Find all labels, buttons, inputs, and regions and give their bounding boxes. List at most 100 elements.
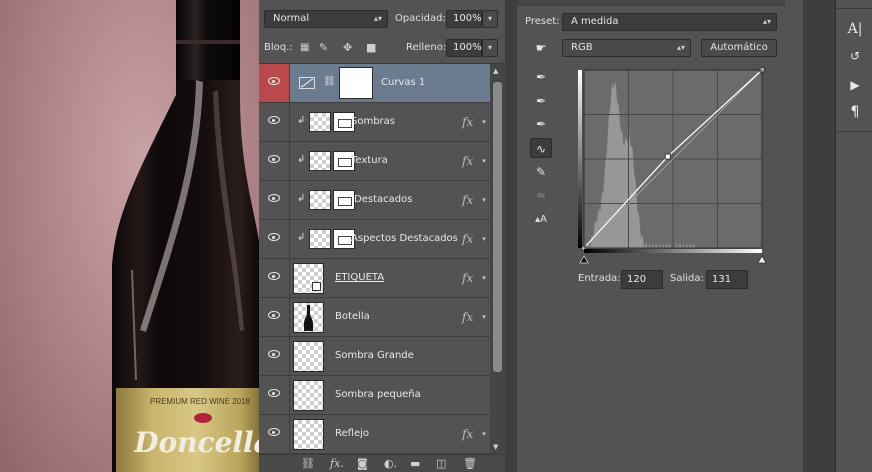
layer-row-curvas-1[interactable]: ⛓ Curvas 1 [259,64,490,103]
layer-row-textura[interactable]: ↲ Textura fx ▾ [259,142,490,181]
visibility-cell[interactable] [259,181,290,219]
white-input-slider-icon[interactable] [757,255,767,264]
add-mask-icon[interactable]: ◙ [357,456,368,472]
layer-name: Sombra Grande [335,350,414,361]
visibility-cell[interactable] [259,259,290,297]
visibility-cell[interactable] [259,415,290,453]
target-adjust-hand-icon[interactable]: ☛ [530,38,552,58]
channel-select[interactable]: RGB ▴▾ [562,39,691,57]
layer-mask-thumbnail[interactable] [339,67,373,99]
black-input-slider-icon[interactable] [579,255,589,264]
fx-icon[interactable]: fx [462,103,473,141]
layer-name: Botella [335,311,370,322]
visibility-cell[interactable] [259,103,290,141]
eye-icon[interactable] [268,272,280,280]
layer-thumbnail [309,112,331,132]
fx-icon[interactable]: fx [462,298,473,336]
fx-icon[interactable]: fx [462,415,473,453]
scroll-up-icon[interactable]: ▲ [493,67,498,75]
history-panel-icon[interactable]: ↺ [846,47,864,65]
preset-label: Preset: [525,16,560,27]
white-point-eyedropper-icon[interactable]: ✒ [530,114,552,134]
eye-icon[interactable] [268,77,280,85]
collapsed-panel-strip [785,0,803,472]
lock-all-icon[interactable]: ■ [366,39,376,57]
opacity-input[interactable]: 100% [446,10,482,28]
fill-slider-button[interactable]: ▾ [482,39,498,57]
eye-icon[interactable] [268,116,280,124]
effects-toggle-icon[interactable]: ▾ [479,194,489,206]
properties-curves-panel: Preset: A medida ▴▾ ☛ RGB ▴▾ Automático … [517,0,785,472]
lock-position-icon[interactable]: ✥ [343,39,352,57]
pencil-draw-icon[interactable]: ✎ [530,162,552,182]
new-adjustment-icon[interactable]: ◐. [384,456,397,472]
black-point-eyedropper-icon[interactable]: ✒ [530,67,552,87]
eye-icon[interactable] [268,194,280,202]
effects-toggle-icon[interactable]: ▾ [479,233,489,245]
fx-icon[interactable]: fx [462,220,473,258]
blend-mode-value: Normal [273,13,310,24]
eye-icon[interactable] [268,155,280,163]
gray-point-eyedropper-icon[interactable]: ✒ [530,91,552,111]
fx-icon[interactable]: fx [462,181,473,219]
effects-toggle-icon[interactable]: ▾ [479,155,489,167]
lock-paint-icon[interactable]: ✎ [319,39,328,57]
visibility-cell[interactable] [259,337,290,375]
preset-select[interactable]: A medida ▴▾ [562,13,777,31]
updown-caret-icon: ▴▾ [373,14,382,23]
layer-name: Textura [351,155,388,166]
eye-icon[interactable] [268,350,280,358]
auto-button[interactable]: Automático [701,39,777,57]
clipping-warning-icon[interactable]: ▴A [530,210,552,230]
opacity-slider-button[interactable]: ▾ [482,10,498,28]
eye-icon[interactable] [268,428,280,436]
effects-toggle-icon[interactable]: ▾ [479,116,489,128]
mask-link-icon[interactable]: ⛓ [323,76,336,87]
eye-icon[interactable] [268,233,280,241]
visibility-cell[interactable] [259,64,290,102]
eye-icon[interactable] [268,389,280,397]
character-panel-icon[interactable]: A| [846,20,864,38]
effects-toggle-icon[interactable]: ▾ [479,311,489,323]
fill-input[interactable]: 100% [446,39,482,57]
actions-play-icon[interactable]: ▶ [846,76,864,94]
layer-row-reflejo[interactable]: Reflejo fx ▾ [259,415,490,454]
visibility-cell[interactable] [259,298,290,336]
scrollbar-thumb[interactable] [493,82,502,372]
paragraph-panel-icon[interactable]: ¶ [846,103,864,121]
layer-row-botella[interactable]: Botella fx ▾ [259,298,490,337]
blend-mode-select[interactable]: Normal ▴▾ [264,10,388,28]
output-field[interactable]: 131 [706,270,748,289]
effects-toggle-icon[interactable]: ▾ [479,272,489,284]
eye-icon[interactable] [268,311,280,319]
layer-row-sombra-grande[interactable]: Sombra Grande [259,337,490,376]
layer-row-sombras[interactable]: ↲ Sombras fx ▾ [259,103,490,142]
layer-row-destacados[interactable]: ↲ Destacados fx ▾ [259,181,490,220]
curve-point-tool-icon[interactable]: ∿ [530,138,552,158]
visibility-cell[interactable] [259,142,290,180]
scroll-down-icon[interactable]: ▼ [493,443,498,451]
layer-row-etiqueta[interactable]: ETIQUETA fx ▾ [259,259,490,298]
channel-value: RGB [571,42,593,53]
layer-row-sombra-pequena[interactable]: Sombra pequeña [259,376,490,415]
layer-row-aspectos-destacados[interactable]: ↲ Aspectos Destacados fx ▾ [259,220,490,259]
visibility-cell[interactable] [259,376,290,414]
input-field[interactable]: 120 [621,270,663,289]
effects-toggle-icon[interactable]: ▾ [479,428,489,440]
lock-transparency-icon[interactable]: ▦ [300,39,309,57]
document-canvas[interactable]: PREMIUM RED WINE 2018 Doncella [0,0,259,472]
curves-graph[interactable] [572,60,777,270]
fx-icon[interactable]: fx [462,259,473,297]
layer-thumbnail [293,302,324,333]
fx-icon[interactable]: fx [462,142,473,180]
layer-thumbnail [293,263,324,294]
visibility-cell[interactable] [259,220,290,258]
delete-layer-icon[interactable]: 🗑 [463,456,477,472]
smooth-curve-icon[interactable]: ≈ [530,185,552,205]
layers-scrollbar[interactable]: ▲ ▼ [490,64,505,454]
link-layers-icon[interactable]: ⛓ [301,456,315,472]
curve-control-point[interactable] [664,153,671,160]
new-group-icon[interactable]: ▬ [410,456,420,472]
add-style-icon[interactable]: fx. [330,456,344,472]
new-layer-icon[interactable]: ◫ [436,456,446,472]
